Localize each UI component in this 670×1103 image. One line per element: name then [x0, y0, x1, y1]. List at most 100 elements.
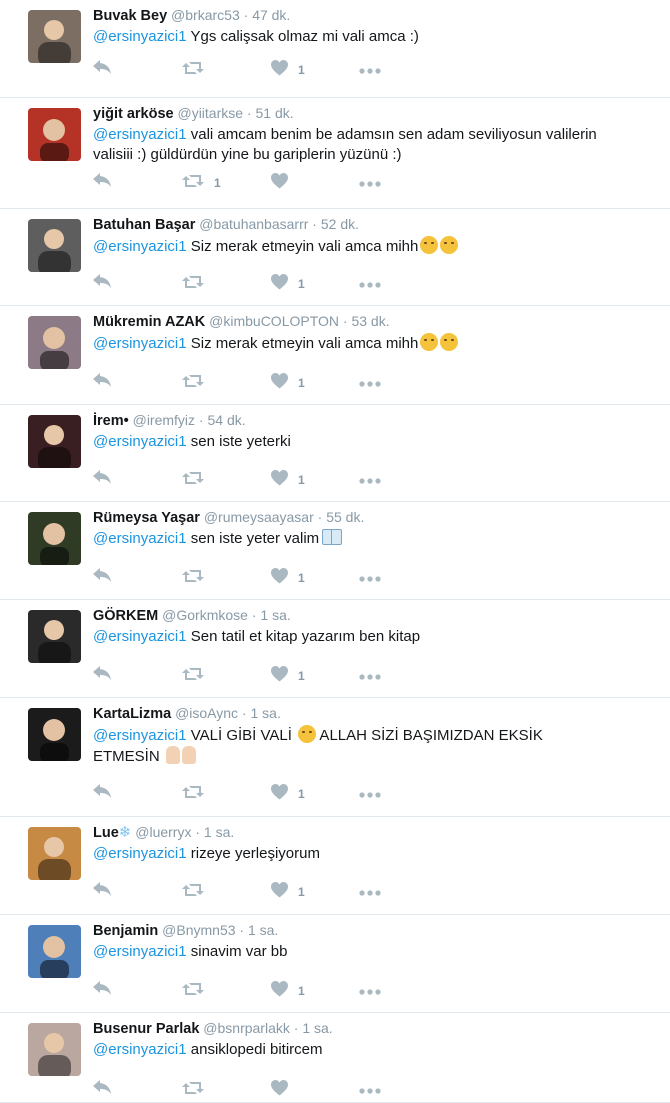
user-handle[interactable]: @isoAync [175, 705, 238, 721]
like-button[interactable]: 1 [271, 665, 305, 686]
like-button[interactable]: 1 [271, 59, 305, 80]
avatar[interactable] [28, 108, 81, 161]
mention-link[interactable]: @ersinyazici1 [93, 628, 187, 645]
mention-link[interactable]: @ersinyazici1 [93, 126, 187, 143]
user-handle[interactable]: @rumeysaayasar [204, 509, 314, 525]
more-button[interactable] [359, 981, 381, 1001]
more-button[interactable] [359, 173, 381, 193]
retweet-button[interactable] [182, 1080, 214, 1100]
reply-button[interactable] [93, 273, 111, 294]
display-name[interactable]: Batuhan Başar [93, 217, 195, 233]
retweet-button[interactable] [182, 981, 214, 1001]
display-name[interactable]: Benjamin [93, 923, 158, 939]
timestamp[interactable]: 47 dk. [252, 7, 290, 23]
timestamp[interactable]: 51 dk. [256, 105, 294, 121]
like-button[interactable]: 1 [271, 783, 305, 804]
like-button[interactable]: 1 [271, 372, 305, 393]
timestamp[interactable]: 1 sa. [204, 824, 234, 840]
mention-link[interactable]: @ersinyazici1 [93, 335, 187, 352]
timestamp[interactable]: 1 sa. [302, 1020, 332, 1036]
more-button[interactable] [359, 882, 381, 902]
avatar[interactable] [28, 10, 81, 63]
user-handle[interactable]: @kimbuCOLOPTON [209, 313, 339, 329]
timestamp[interactable]: 55 dk. [326, 509, 364, 525]
reply-button[interactable] [93, 469, 111, 490]
reply-button[interactable] [93, 783, 111, 804]
avatar[interactable] [28, 1023, 81, 1076]
tweet-item[interactable]: yiğit arköse @yiitarkse · 51 dk. @ersinya… [0, 98, 670, 209]
reply-button[interactable] [93, 881, 111, 902]
tweet-item[interactable]: Buvak Bey @brkarc53 · 47 dk. @ersinyazici… [0, 0, 670, 98]
timestamp[interactable]: 53 dk. [351, 313, 389, 329]
mention-link[interactable]: @ersinyazici1 [93, 530, 187, 547]
tweet-item[interactable]: Busenur Parlak @bsnrparlakk · 1 sa. @ersi… [0, 1013, 670, 1103]
avatar[interactable] [28, 827, 81, 880]
avatar[interactable] [28, 512, 81, 565]
retweet-button[interactable] [182, 470, 214, 490]
mention-link[interactable]: @ersinyazici1 [93, 727, 187, 744]
tweet-item[interactable]: Lue❄ @luerryx · 1 sa. @ersinyazici1 rizey… [0, 817, 670, 915]
more-button[interactable] [359, 784, 381, 804]
more-button[interactable] [359, 1080, 381, 1100]
timestamp[interactable]: 54 dk. [208, 412, 246, 428]
avatar[interactable] [28, 925, 81, 978]
more-button[interactable] [359, 274, 381, 294]
mention-link[interactable]: @ersinyazici1 [93, 28, 187, 45]
avatar[interactable] [28, 708, 81, 761]
mention-link[interactable]: @ersinyazici1 [93, 845, 187, 862]
reply-button[interactable] [93, 980, 111, 1001]
tweet-item[interactable]: İrem• @iremfyiz · 54 dk. @ersinyazici1 se… [0, 405, 670, 502]
display-name[interactable]: Rümeysa Yaşar [93, 510, 200, 526]
reply-button[interactable] [93, 665, 111, 686]
more-button[interactable] [359, 373, 381, 393]
tweet-item[interactable]: Mükremin AZAK @kimbuCOLOPTON · 53 dk. @er… [0, 306, 670, 405]
display-name[interactable]: KartaLizma [93, 706, 171, 722]
user-handle[interactable]: @brkarc53 [171, 7, 240, 23]
like-button[interactable]: 1 [271, 567, 305, 588]
retweet-button[interactable] [182, 60, 214, 80]
timestamp[interactable]: 1 sa. [260, 607, 290, 623]
timestamp[interactable]: 1 sa. [251, 705, 281, 721]
user-handle[interactable]: @Gorkmkose [162, 607, 248, 623]
user-handle[interactable]: @bsnrparlakk [203, 1020, 290, 1036]
timestamp[interactable]: 52 dk. [321, 216, 359, 232]
reply-button[interactable] [93, 567, 111, 588]
tweet-item[interactable]: KartaLizma @isoAync · 1 sa. @ersinyazici1… [0, 698, 670, 817]
display-name[interactable]: Busenur Parlak [93, 1021, 199, 1037]
like-button[interactable]: 1 [271, 980, 305, 1001]
reply-button[interactable] [93, 1079, 111, 1100]
retweet-button[interactable] [182, 274, 214, 294]
retweet-button[interactable] [182, 666, 214, 686]
display-name[interactable]: GÖRKEM [93, 608, 158, 624]
display-name[interactable]: Buvak Bey [93, 8, 167, 24]
tweet-item[interactable]: Batuhan Başar @batuhanbasarrr · 52 dk. @e… [0, 209, 670, 306]
reply-button[interactable] [93, 59, 111, 80]
avatar[interactable] [28, 610, 81, 663]
retweet-button[interactable] [182, 568, 214, 588]
more-button[interactable] [359, 568, 381, 588]
mention-link[interactable]: @ersinyazici1 [93, 943, 187, 960]
mention-link[interactable]: @ersinyazici1 [93, 1041, 187, 1058]
display-name[interactable]: yiğit arköse [93, 106, 174, 122]
retweet-button[interactable] [182, 784, 214, 804]
user-handle[interactable]: @yiitarkse [177, 105, 243, 121]
tweet-item[interactable]: Benjamin @Bnymn53 · 1 sa. @ersinyazici1 s… [0, 915, 670, 1013]
retweet-button[interactable] [182, 882, 214, 902]
user-handle[interactable]: @batuhanbasarrr [199, 216, 308, 232]
reply-button[interactable] [93, 172, 111, 193]
like-button[interactable]: 1 [271, 469, 305, 490]
retweet-button[interactable] [182, 373, 214, 393]
avatar[interactable] [28, 219, 81, 272]
user-handle[interactable]: @iremfyiz [133, 412, 195, 428]
like-button[interactable] [271, 1079, 298, 1100]
more-button[interactable] [359, 666, 381, 686]
more-button[interactable] [359, 60, 381, 80]
display-name[interactable]: İrem• [93, 413, 129, 429]
like-button[interactable]: 1 [271, 881, 305, 902]
retweet-button[interactable]: 1 [182, 173, 221, 193]
like-button[interactable] [271, 172, 298, 193]
mention-link[interactable]: @ersinyazici1 [93, 238, 187, 255]
tweet-item[interactable]: GÖRKEM @Gorkmkose · 1 sa. @ersinyazici1 S… [0, 600, 670, 698]
display-name[interactable]: Mükremin AZAK [93, 314, 205, 330]
avatar[interactable] [28, 316, 81, 369]
